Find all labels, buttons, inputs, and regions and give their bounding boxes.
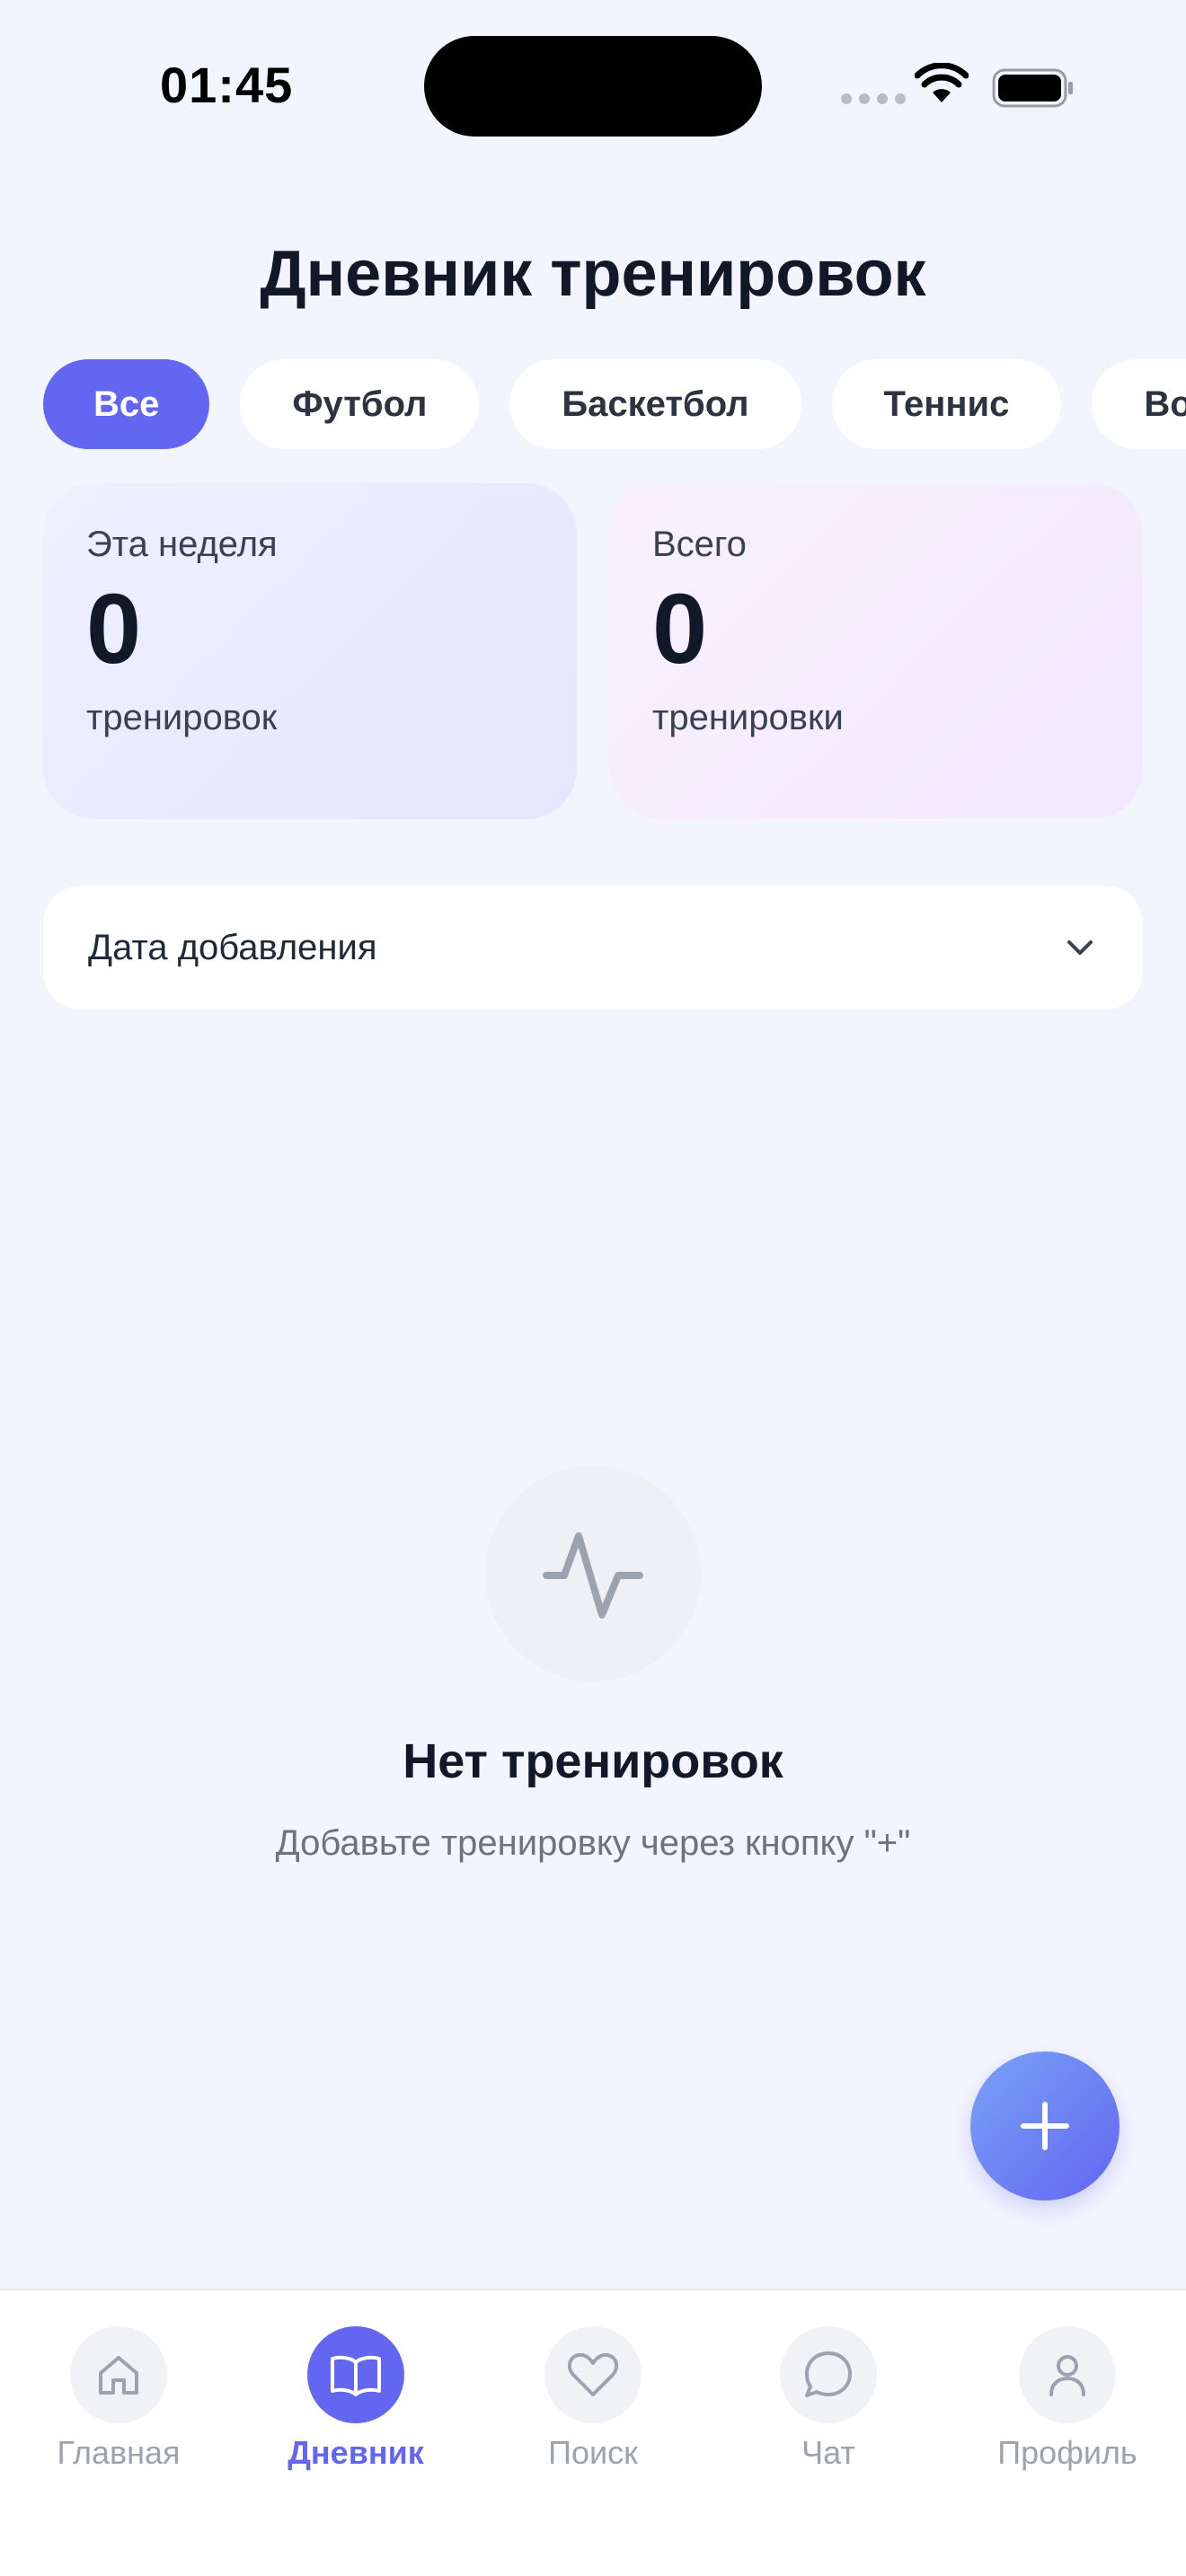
plus-icon (1021, 2102, 1069, 2150)
filter-chip-basketball[interactable]: Баскетбол (509, 359, 801, 449)
tab-search-icon-bg (544, 2326, 642, 2423)
stat-card-week: Эта неделя 0 тренировок (43, 483, 577, 819)
tab-profile-icon-bg (1019, 2326, 1116, 2423)
stat-card-total: Всего 0 тренировки (609, 483, 1143, 819)
page-title: Дневник тренировок (260, 238, 926, 310)
stat-total-value: 0 (652, 574, 708, 684)
stat-week-unit: тренировок (86, 697, 278, 737)
empty-state-icon-circle (485, 1466, 701, 1681)
tab-search[interactable]: Поиск (494, 2326, 692, 2472)
filter-chip-all[interactable]: Все (43, 359, 210, 449)
sport-filter-chips: Все Футбол Баскетбол Теннис Волейбол (43, 359, 1186, 453)
stat-week-value: 0 (86, 574, 142, 684)
tab-chat-icon-bg (780, 2326, 877, 2423)
bottom-tab-bar: Главная Дневник Поиск Чат Профиль (0, 2289, 1186, 2576)
tab-search-label: Поиск (548, 2434, 638, 2471)
sort-dropdown[interactable]: Дата добавления (43, 886, 1143, 1010)
wifi-icon (915, 63, 969, 102)
sort-dropdown-label: Дата добавления (88, 927, 377, 967)
chat-icon (805, 2351, 852, 2397)
heart-icon (567, 2352, 619, 2396)
add-workout-button[interactable] (970, 2051, 1120, 2201)
status-time: 01:45 (160, 57, 294, 113)
filter-chip-tennis[interactable]: Теннис (831, 359, 1062, 449)
empty-state-title: Нет тренировок (403, 1734, 783, 1788)
filter-chip-volleyball[interactable]: Волейбол (1092, 359, 1186, 449)
tab-diary[interactable]: Дневник (257, 2326, 455, 2472)
chevron-down-icon (1067, 940, 1093, 955)
tab-diary-label: Дневник (288, 2434, 424, 2471)
tab-home-icon-bg (70, 2326, 167, 2423)
battery-icon (992, 68, 1073, 108)
stat-week-label: Эта неделя (86, 525, 278, 564)
tab-home[interactable]: Главная (20, 2326, 217, 2472)
filter-chip-football[interactable]: Футбол (240, 359, 480, 449)
tab-profile-label: Профиль (997, 2434, 1137, 2471)
tab-diary-icon-bg (307, 2326, 404, 2423)
book-icon (331, 2355, 381, 2396)
activity-icon (543, 1532, 643, 1619)
tab-home-label: Главная (57, 2434, 181, 2471)
home-icon (99, 2356, 138, 2395)
tab-profile[interactable]: Профиль (969, 2326, 1166, 2472)
stat-total-label: Всего (652, 525, 747, 564)
tab-chat-label: Чат (801, 2434, 855, 2471)
empty-state-subtitle: Добавьте тренировку через кнопку "+" (275, 1823, 911, 1863)
status-bar: 01:45 (0, 0, 1186, 162)
stat-total-unit: тренировки (652, 697, 844, 737)
signal-icon (841, 93, 906, 104)
user-icon (1049, 2355, 1085, 2396)
tab-chat[interactable]: Чат (730, 2326, 927, 2472)
dynamic-island (424, 36, 762, 137)
